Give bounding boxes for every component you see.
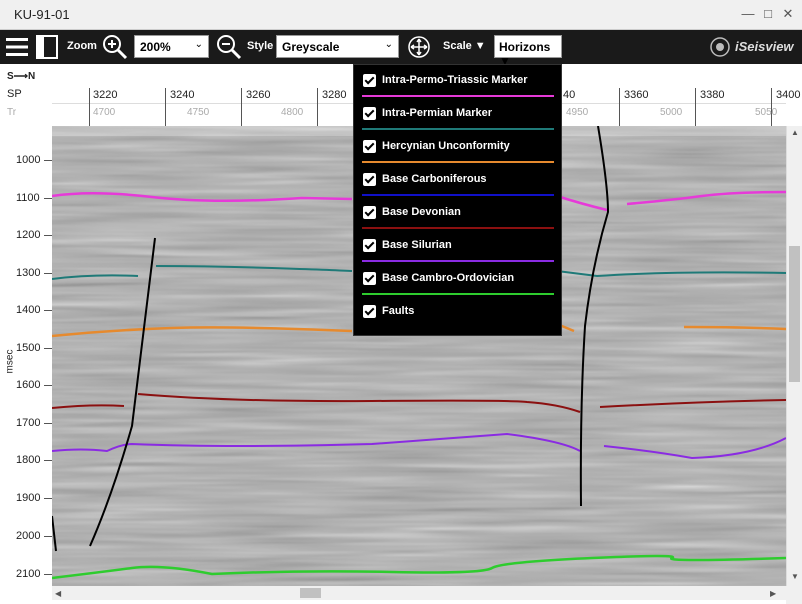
y-tick-label: 2000 xyxy=(16,530,41,542)
y-tick-label: 1100 xyxy=(16,192,40,204)
horizon-label: Faults xyxy=(382,305,415,317)
horizon-item[interactable]: Intra-Permian Marker xyxy=(362,98,555,131)
scroll-right-icon[interactable]: ▶ xyxy=(770,589,776,598)
iseisview-logo-icon xyxy=(710,37,730,57)
scroll-up-icon[interactable]: ▲ xyxy=(791,128,799,137)
horizons-menu: Intra-Permo-Triassic Marker Intra-Permia… xyxy=(353,64,562,336)
horizon-item[interactable]: Base Carboniferous xyxy=(362,164,555,197)
horizon-label: Base Carboniferous xyxy=(382,173,487,185)
horizontal-scroll-thumb[interactable] xyxy=(300,588,321,598)
scale-dropdown[interactable]: Scale ▼ xyxy=(443,40,486,52)
horizon-item[interactable]: Intra-Permo-Triassic Marker xyxy=(362,65,555,98)
checkbox-icon[interactable] xyxy=(363,107,376,120)
zoom-select[interactable]: 200% ⌄ xyxy=(134,35,209,58)
vertical-scroll-thumb[interactable] xyxy=(789,246,800,382)
y-tick-label: 1000 xyxy=(16,154,41,166)
y-tick-label: 1500 xyxy=(16,342,41,354)
scroll-down-icon[interactable]: ▼ xyxy=(791,572,799,581)
y-tick-label: 1400 xyxy=(16,304,41,316)
y-tick-label: 1200 xyxy=(16,229,41,241)
y-tick-label: 1900 xyxy=(16,492,41,504)
sp-tick-label: 3360 xyxy=(624,89,649,101)
y-tick-label: 1800 xyxy=(16,454,41,466)
y-tick-label: 1300 xyxy=(16,267,41,279)
vertical-scrollbar[interactable]: ▲ ▼ xyxy=(786,126,802,586)
y-tick-label: 1700 xyxy=(16,417,41,429)
checkbox-icon[interactable] xyxy=(363,305,376,318)
y-axis-unit: msec xyxy=(4,349,16,374)
scroll-corner xyxy=(786,586,802,604)
time-axis: msec 1000 1100 1200 1300 1400 1500 1600 … xyxy=(0,126,52,586)
horizon-item[interactable]: Base Devonian xyxy=(362,197,555,230)
checkbox-icon[interactable] xyxy=(363,272,376,285)
horizon-item[interactable]: Base Cambro-Ordovician xyxy=(362,263,555,296)
horizon-item[interactable]: Faults xyxy=(362,296,555,329)
style-value: Greyscale xyxy=(282,40,340,54)
horizontal-scrollbar[interactable]: ◀ ▶ xyxy=(52,586,786,600)
zoom-out-icon[interactable] xyxy=(216,34,242,60)
horizon-color-line xyxy=(362,95,554,97)
sp-tick-label: 3380 xyxy=(700,89,725,101)
checkbox-icon[interactable] xyxy=(363,74,376,87)
horizon-color-line xyxy=(362,194,554,196)
pan-icon[interactable] xyxy=(407,35,431,59)
style-select[interactable]: Greyscale ⌄ xyxy=(276,35,399,58)
tr-tick-label: 4750 xyxy=(187,107,210,118)
chevron-down-icon: ⌄ xyxy=(194,39,203,50)
tr-tick-label: 5050 xyxy=(755,107,778,118)
horizons-dropdown[interactable]: Horizons ▼ xyxy=(494,35,562,68)
sp-tick-label: 3280 xyxy=(322,89,347,101)
window-titlebar: KU-91-01 — □ ✕ xyxy=(0,0,802,30)
window-title: KU-91-01 xyxy=(14,7,70,22)
horizon-color-line xyxy=(362,161,554,163)
minimize-button[interactable]: — xyxy=(740,6,756,22)
checkbox-icon[interactable] xyxy=(363,206,376,219)
horizon-label: Hercynian Unconformity xyxy=(382,140,510,152)
chevron-down-icon: ⌄ xyxy=(384,39,393,50)
horizon-color-line xyxy=(362,293,554,295)
horizon-label: Base Silurian xyxy=(382,239,452,251)
toolbar: Zoom 200% ⌄ Style Greyscale ⌄ Scale ▼ Ho… xyxy=(0,30,802,68)
tr-tick-label: 4800 xyxy=(281,107,304,118)
horizon-color-line xyxy=(362,227,554,229)
horizon-color-line xyxy=(362,128,554,130)
horizon-label: Base Cambro-Ordovician xyxy=(382,272,515,284)
style-label: Style xyxy=(247,40,274,52)
y-tick-label: 2100 xyxy=(16,568,41,580)
tr-tick-label: 5000 xyxy=(660,107,683,118)
zoom-in-icon[interactable] xyxy=(102,34,128,60)
direction-label: S⟶N xyxy=(7,71,36,82)
sp-tick-label: 40 xyxy=(563,89,576,101)
horizon-item[interactable]: Base Silurian xyxy=(362,230,555,263)
tr-tick-label: 4950 xyxy=(566,107,589,118)
sp-axis-label: SP xyxy=(7,88,22,100)
zoom-value: 200% xyxy=(140,40,171,54)
checkbox-icon[interactable] xyxy=(363,140,376,153)
zoom-label: Zoom xyxy=(67,40,97,52)
checkbox-icon[interactable] xyxy=(363,173,376,186)
tr-axis-label: Tr xyxy=(7,107,17,118)
maximize-button[interactable]: □ xyxy=(760,6,776,22)
horizon-label: Intra-Permian Marker xyxy=(382,107,493,119)
sp-tick-label: 3240 xyxy=(170,89,195,101)
sp-tick-label: 3400 xyxy=(776,89,801,101)
sp-tick-label: 3220 xyxy=(93,89,118,101)
close-button[interactable]: ✕ xyxy=(780,6,796,22)
horizon-label: Base Devonian xyxy=(382,206,461,218)
panel-toggle-icon[interactable] xyxy=(36,35,58,59)
sp-tick-label: 3260 xyxy=(246,89,271,101)
horizon-item[interactable]: Hercynian Unconformity xyxy=(362,131,555,164)
scroll-left-icon[interactable]: ◀ xyxy=(55,589,61,598)
y-tick-label: 1600 xyxy=(16,379,41,391)
tr-tick-label: 4700 xyxy=(93,107,116,118)
horizon-color-line xyxy=(362,260,554,262)
brand-logo: iSeisview xyxy=(735,39,794,54)
hamburger-menu-icon[interactable] xyxy=(6,37,28,57)
checkbox-icon[interactable] xyxy=(363,239,376,252)
horizon-label: Intra-Permo-Triassic Marker xyxy=(382,74,528,86)
